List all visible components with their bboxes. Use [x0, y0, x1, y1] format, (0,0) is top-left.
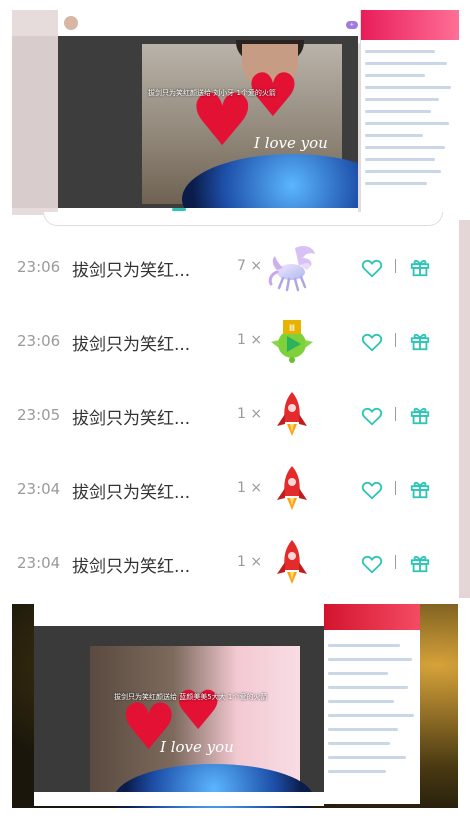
gift-time: 23:06 — [17, 258, 61, 276]
gift-time: 23:05 — [17, 406, 61, 424]
gift-sender[interactable]: 拔剑只为笑红... — [72, 404, 190, 429]
gift-box-icon[interactable] — [409, 256, 431, 278]
green-badge-icon: Ⅲ — [271, 320, 313, 363]
gift-sender[interactable]: 拔剑只为笑红... — [72, 256, 190, 281]
gift-count: 7 × — [237, 258, 263, 274]
love-text: I love you — [160, 738, 234, 756]
gift-row: 23:05 拔剑只为笑红... 1 × — [0, 378, 470, 452]
gift-announcement: 拔剑只为笑红颜送给 刘小牙 1个爱的火箭 — [148, 89, 276, 97]
rocket-icon — [277, 392, 307, 436]
rocket-icon — [277, 540, 307, 584]
like-heart-icon[interactable] — [361, 553, 383, 575]
like-heart-icon[interactable] — [361, 331, 383, 353]
gift-count: 1 × — [237, 406, 263, 422]
gift-box-icon[interactable] — [409, 404, 431, 426]
chat-panel — [324, 604, 420, 804]
gift-announcement: 拔剑只为笑红颜送给 蓝颜美美5大大 1个爱的火箭 — [114, 693, 268, 701]
planet-effect — [182, 154, 358, 208]
gift-time: 23:06 — [17, 332, 61, 350]
divider — [395, 407, 396, 421]
gift-count: 1 × — [237, 554, 263, 570]
gift-toolbar — [34, 792, 324, 806]
top-live-screenshot: + ♥ ♥ I love you 拔剑只为笑红颜送给 刘小牙 1个爱的火箭 — [12, 10, 459, 215]
pegasus-icon — [268, 246, 315, 292]
room-background: ♥ ♥ I love you — [142, 40, 358, 208]
divider — [395, 259, 396, 273]
gift-time: 23:04 — [17, 480, 61, 498]
bottom-live-screenshot: ♥ ♥ I love you 拔剑只为笑红颜送给 蓝颜美美5大大 1个爱的火箭 — [12, 604, 458, 808]
chat-banner — [324, 604, 420, 630]
side-panel — [12, 36, 58, 208]
rocket-icon — [277, 466, 307, 510]
gift-count: 1 × — [237, 332, 263, 348]
gift-time: 23:04 — [17, 554, 61, 572]
card-frame — [43, 212, 443, 226]
gift-box-icon[interactable] — [409, 478, 431, 500]
live-video: ♥ ♥ I love you 拔剑只为笑红颜送给 蓝颜美美5大大 1个爱的火箭 — [34, 626, 324, 808]
divider — [395, 481, 396, 495]
live-video: ♥ ♥ I love you 拔剑只为笑红颜送给 刘小牙 1个爱的火箭 — [58, 36, 358, 208]
carousel-indicator — [172, 208, 186, 211]
gift-box-icon[interactable] — [409, 330, 431, 352]
gift-row: 23:06 拔剑只为笑红... 7 × — [0, 230, 470, 304]
gift-row: 23:04 拔剑只为笑红... 1 × — [0, 526, 470, 600]
like-heart-icon[interactable] — [361, 479, 383, 501]
gift-row: 23:06 拔剑只为笑红... 1 × Ⅲ — [0, 304, 470, 378]
like-heart-icon[interactable] — [361, 257, 383, 279]
divider — [395, 333, 396, 347]
gift-sender[interactable]: 拔剑只为笑红... — [72, 478, 190, 503]
gift-box-icon[interactable] — [409, 552, 431, 574]
gift-sender[interactable]: 拔剑只为笑红... — [72, 552, 190, 577]
divider — [395, 555, 396, 569]
like-heart-icon[interactable] — [361, 405, 383, 427]
chat-panel — [360, 10, 459, 215]
gift-count: 1 × — [237, 480, 263, 496]
follow-button[interactable]: + — [345, 21, 358, 29]
chat-banner — [361, 10, 459, 40]
gift-sender[interactable]: 拔剑只为笑红... — [72, 330, 190, 355]
gift-row: 23:04 拔剑只为笑红... 1 × — [0, 452, 470, 526]
avatar — [64, 16, 78, 30]
love-text: I love you — [254, 134, 328, 152]
svg-text:Ⅲ: Ⅲ — [289, 324, 295, 334]
